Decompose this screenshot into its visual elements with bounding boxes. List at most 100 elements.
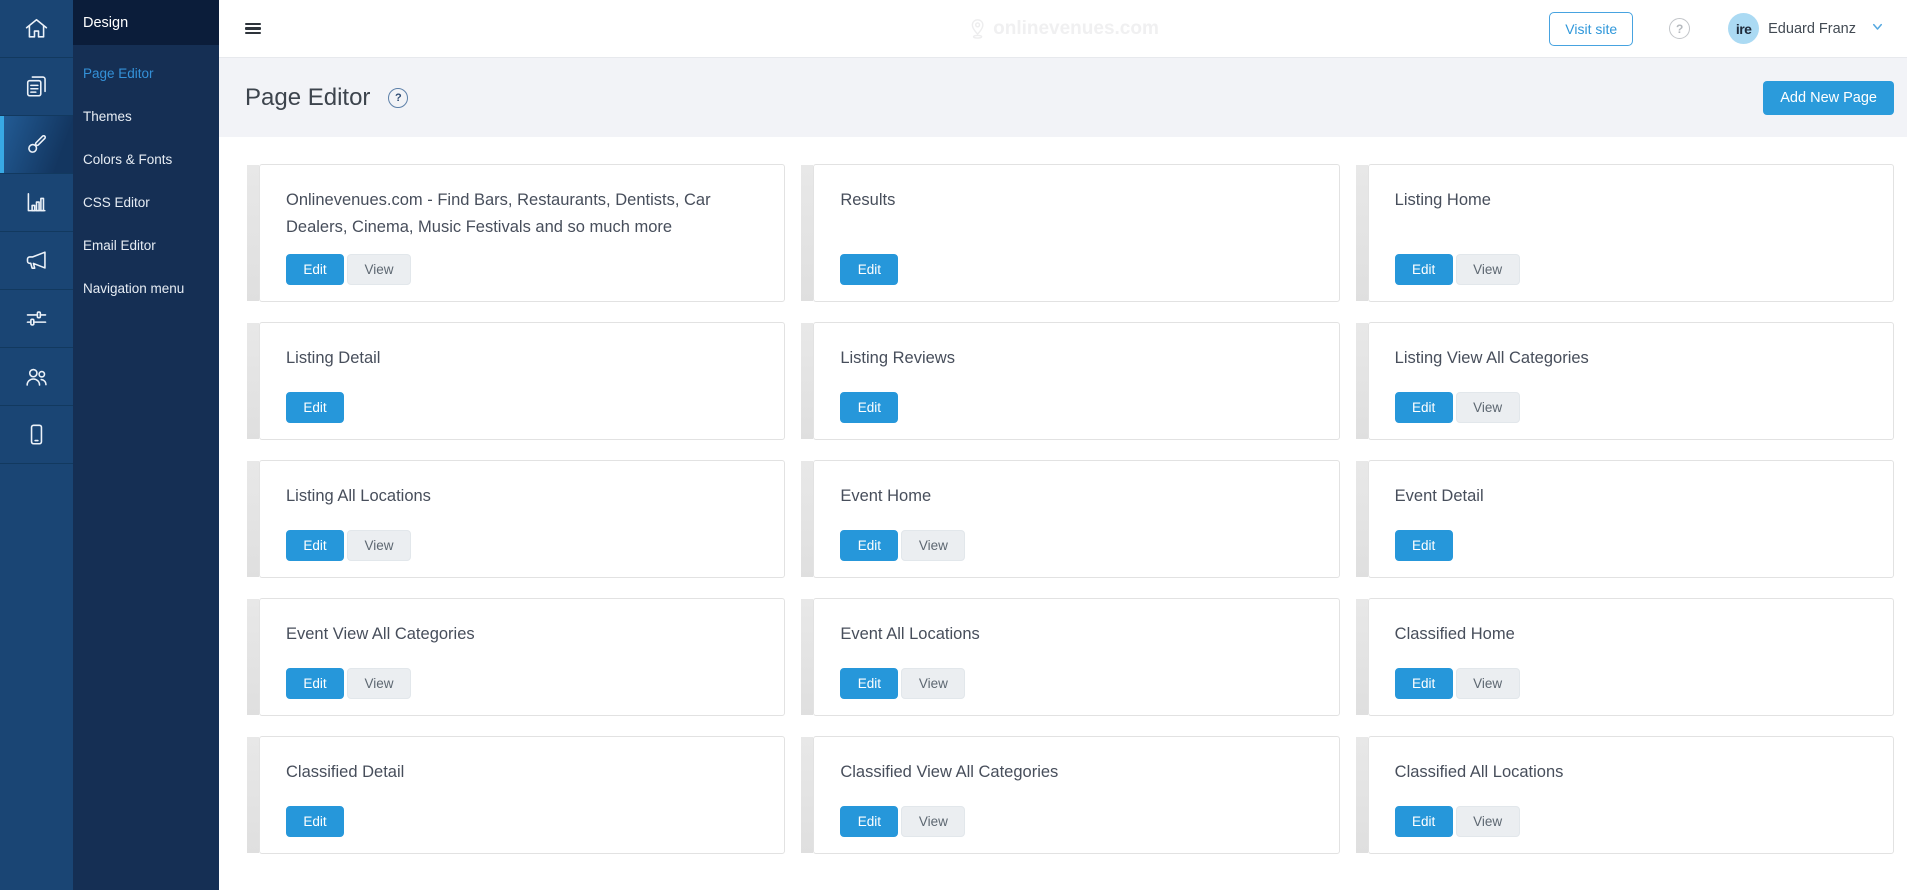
rail-filler — [0, 464, 73, 890]
page-card-title: Event View All Categories — [286, 625, 475, 644]
edit-button[interactable]: Edit — [840, 806, 899, 838]
page-card-title: Listing Reviews — [840, 349, 955, 368]
bar-chart-icon — [27, 192, 46, 212]
page-help-icon[interactable]: ? — [388, 87, 409, 108]
view-button[interactable]: View — [901, 806, 966, 838]
design-sidebar: Design Page Editor Themes Colors & Fonts CS… — [73, 0, 219, 890]
page-card-actions: Edit View — [1394, 668, 1867, 700]
user-menu[interactable]: ire Eduard Franz — [1728, 13, 1885, 44]
page-card-actions: Edit — [286, 806, 758, 838]
page-card-actions: Edit View — [1394, 254, 1867, 286]
page-card: Classified All Locations Edit View — [1355, 736, 1894, 855]
page-card-title: Listing Home — [1394, 191, 1491, 209]
rail-item-pages[interactable] — [0, 58, 73, 116]
edit-button[interactable]: Edit — [1394, 530, 1453, 562]
page-content: Onlinevenues.com - Find Bars, Restaurant… — [219, 137, 1907, 890]
page-card: Event All Locations Edit View — [801, 598, 1340, 717]
edit-button[interactable]: Edit — [840, 530, 899, 562]
page-card: Classified Home Edit View — [1355, 598, 1894, 717]
chevron-down-icon[interactable] — [1870, 19, 1885, 39]
rail-item-promote[interactable] — [0, 232, 73, 290]
page-card-title: Classified Home — [1394, 625, 1515, 644]
page-card-actions: Edit View — [840, 530, 1312, 562]
page-card-actions: Edit View — [1394, 806, 1867, 838]
page-header: Page Editor ? Add New Page — [219, 57, 1907, 137]
page-card-title: Listing All Locations — [286, 487, 431, 506]
hamburger-menu-icon[interactable] — [245, 22, 261, 35]
page-card-actions: Edit — [840, 254, 1312, 286]
edit-button[interactable]: Edit — [1394, 668, 1453, 700]
rail-item-reports[interactable] — [0, 174, 73, 232]
map-pin-icon — [971, 18, 984, 39]
paintbrush-icon — [28, 134, 47, 153]
page-card-title: Listing Detail — [286, 349, 381, 368]
page-card-title: Classified Detail — [286, 763, 405, 782]
edit-button[interactable]: Edit — [286, 254, 344, 286]
page-card: Event Home Edit View — [801, 460, 1340, 579]
page-card-title: Classified All Locations — [1394, 763, 1564, 782]
view-button[interactable]: View — [347, 530, 411, 562]
users-icon — [26, 368, 47, 386]
sidebar-item-navigation-menu[interactable]: Navigation menu — [73, 267, 219, 310]
avatar[interactable]: ire — [1728, 13, 1760, 44]
site-logo: onlinevenues.com — [967, 17, 1159, 41]
sidebar-item-colors-fonts[interactable]: Colors & Fonts — [73, 138, 219, 181]
rail-item-settings[interactable] — [0, 290, 73, 348]
help-icon[interactable]: ? — [1669, 18, 1691, 39]
user-name: Eduard Franz — [1768, 20, 1856, 37]
page-card-actions: Edit View — [840, 668, 1312, 700]
view-button[interactable]: View — [1455, 806, 1520, 838]
page-card-title: Listing View All Categories — [1394, 349, 1589, 368]
edit-button[interactable]: Edit — [1394, 806, 1453, 838]
page-card: Event Detail Edit — [1355, 460, 1894, 579]
page-card: Classified View All Categories Edit View — [801, 736, 1340, 855]
view-button[interactable]: View — [347, 668, 411, 700]
rail-item-mobile[interactable] — [0, 406, 73, 464]
page-card-actions: Edit View — [286, 254, 758, 286]
page-card: Event View All Categories Edit View — [246, 598, 786, 717]
pages-icon — [26, 76, 46, 97]
view-button[interactable]: View — [901, 530, 966, 562]
page-card: Listing Detail Edit — [246, 322, 786, 441]
visit-site-button[interactable]: Visit site — [1549, 11, 1634, 46]
edit-button[interactable]: Edit — [1394, 392, 1453, 424]
sidebar-item-page-editor[interactable]: Page Editor — [73, 52, 219, 95]
sidebar-section-title: Design — [73, 0, 219, 45]
sidebar-item-css-editor[interactable]: CSS Editor — [73, 181, 219, 224]
edit-button[interactable]: Edit — [286, 668, 344, 700]
view-button[interactable]: View — [1455, 392, 1520, 424]
add-new-page-button[interactable]: Add New Page — [1763, 80, 1894, 115]
page-card: Results Edit — [801, 164, 1340, 303]
page-card-actions: Edit View — [1394, 392, 1867, 424]
edit-button[interactable]: Edit — [286, 530, 344, 562]
view-button[interactable]: View — [1455, 668, 1520, 700]
edit-button[interactable]: Edit — [1394, 254, 1453, 286]
edit-button[interactable]: Edit — [286, 806, 344, 838]
page-card-title: Event Detail — [1394, 487, 1484, 506]
rail-item-design[interactable] — [0, 116, 73, 174]
page-card: Classified Detail Edit — [246, 736, 786, 855]
page-card-title: Results — [840, 191, 896, 209]
view-button[interactable]: View — [901, 668, 966, 700]
view-button[interactable]: View — [347, 254, 411, 286]
page-card: Onlinevenues.com - Find Bars, Restaurant… — [246, 164, 786, 303]
page-card: Listing View All Categories Edit View — [1355, 322, 1894, 441]
page-title: Page Editor — [245, 83, 371, 111]
page-card: Listing Home Edit View — [1355, 164, 1894, 303]
edit-button[interactable]: Edit — [840, 392, 899, 424]
page-card-actions: Edit View — [286, 530, 758, 562]
page-card: Listing All Locations Edit View — [246, 460, 786, 579]
site-logo-text: onlinevenues.com — [993, 17, 1159, 39]
edit-button[interactable]: Edit — [286, 392, 344, 424]
rail-item-home[interactable] — [0, 0, 73, 58]
view-button[interactable]: View — [1455, 254, 1520, 286]
edit-button[interactable]: Edit — [840, 254, 899, 286]
rail-item-members[interactable] — [0, 348, 73, 406]
main-column: onlinevenues.com Visit site ? ire Eduard… — [219, 0, 1907, 890]
sidebar-item-email-editor[interactable]: Email Editor — [73, 224, 219, 267]
page-card-title: Onlinevenues.com - Find Bars, Restaurant… — [286, 191, 711, 236]
sidebar-menu: Page Editor Themes Colors & Fonts CSS Edito… — [73, 45, 219, 310]
edit-button[interactable]: Edit — [840, 668, 899, 700]
sidebar-item-themes[interactable]: Themes — [73, 95, 219, 138]
page-card-actions: Edit View — [286, 668, 758, 700]
